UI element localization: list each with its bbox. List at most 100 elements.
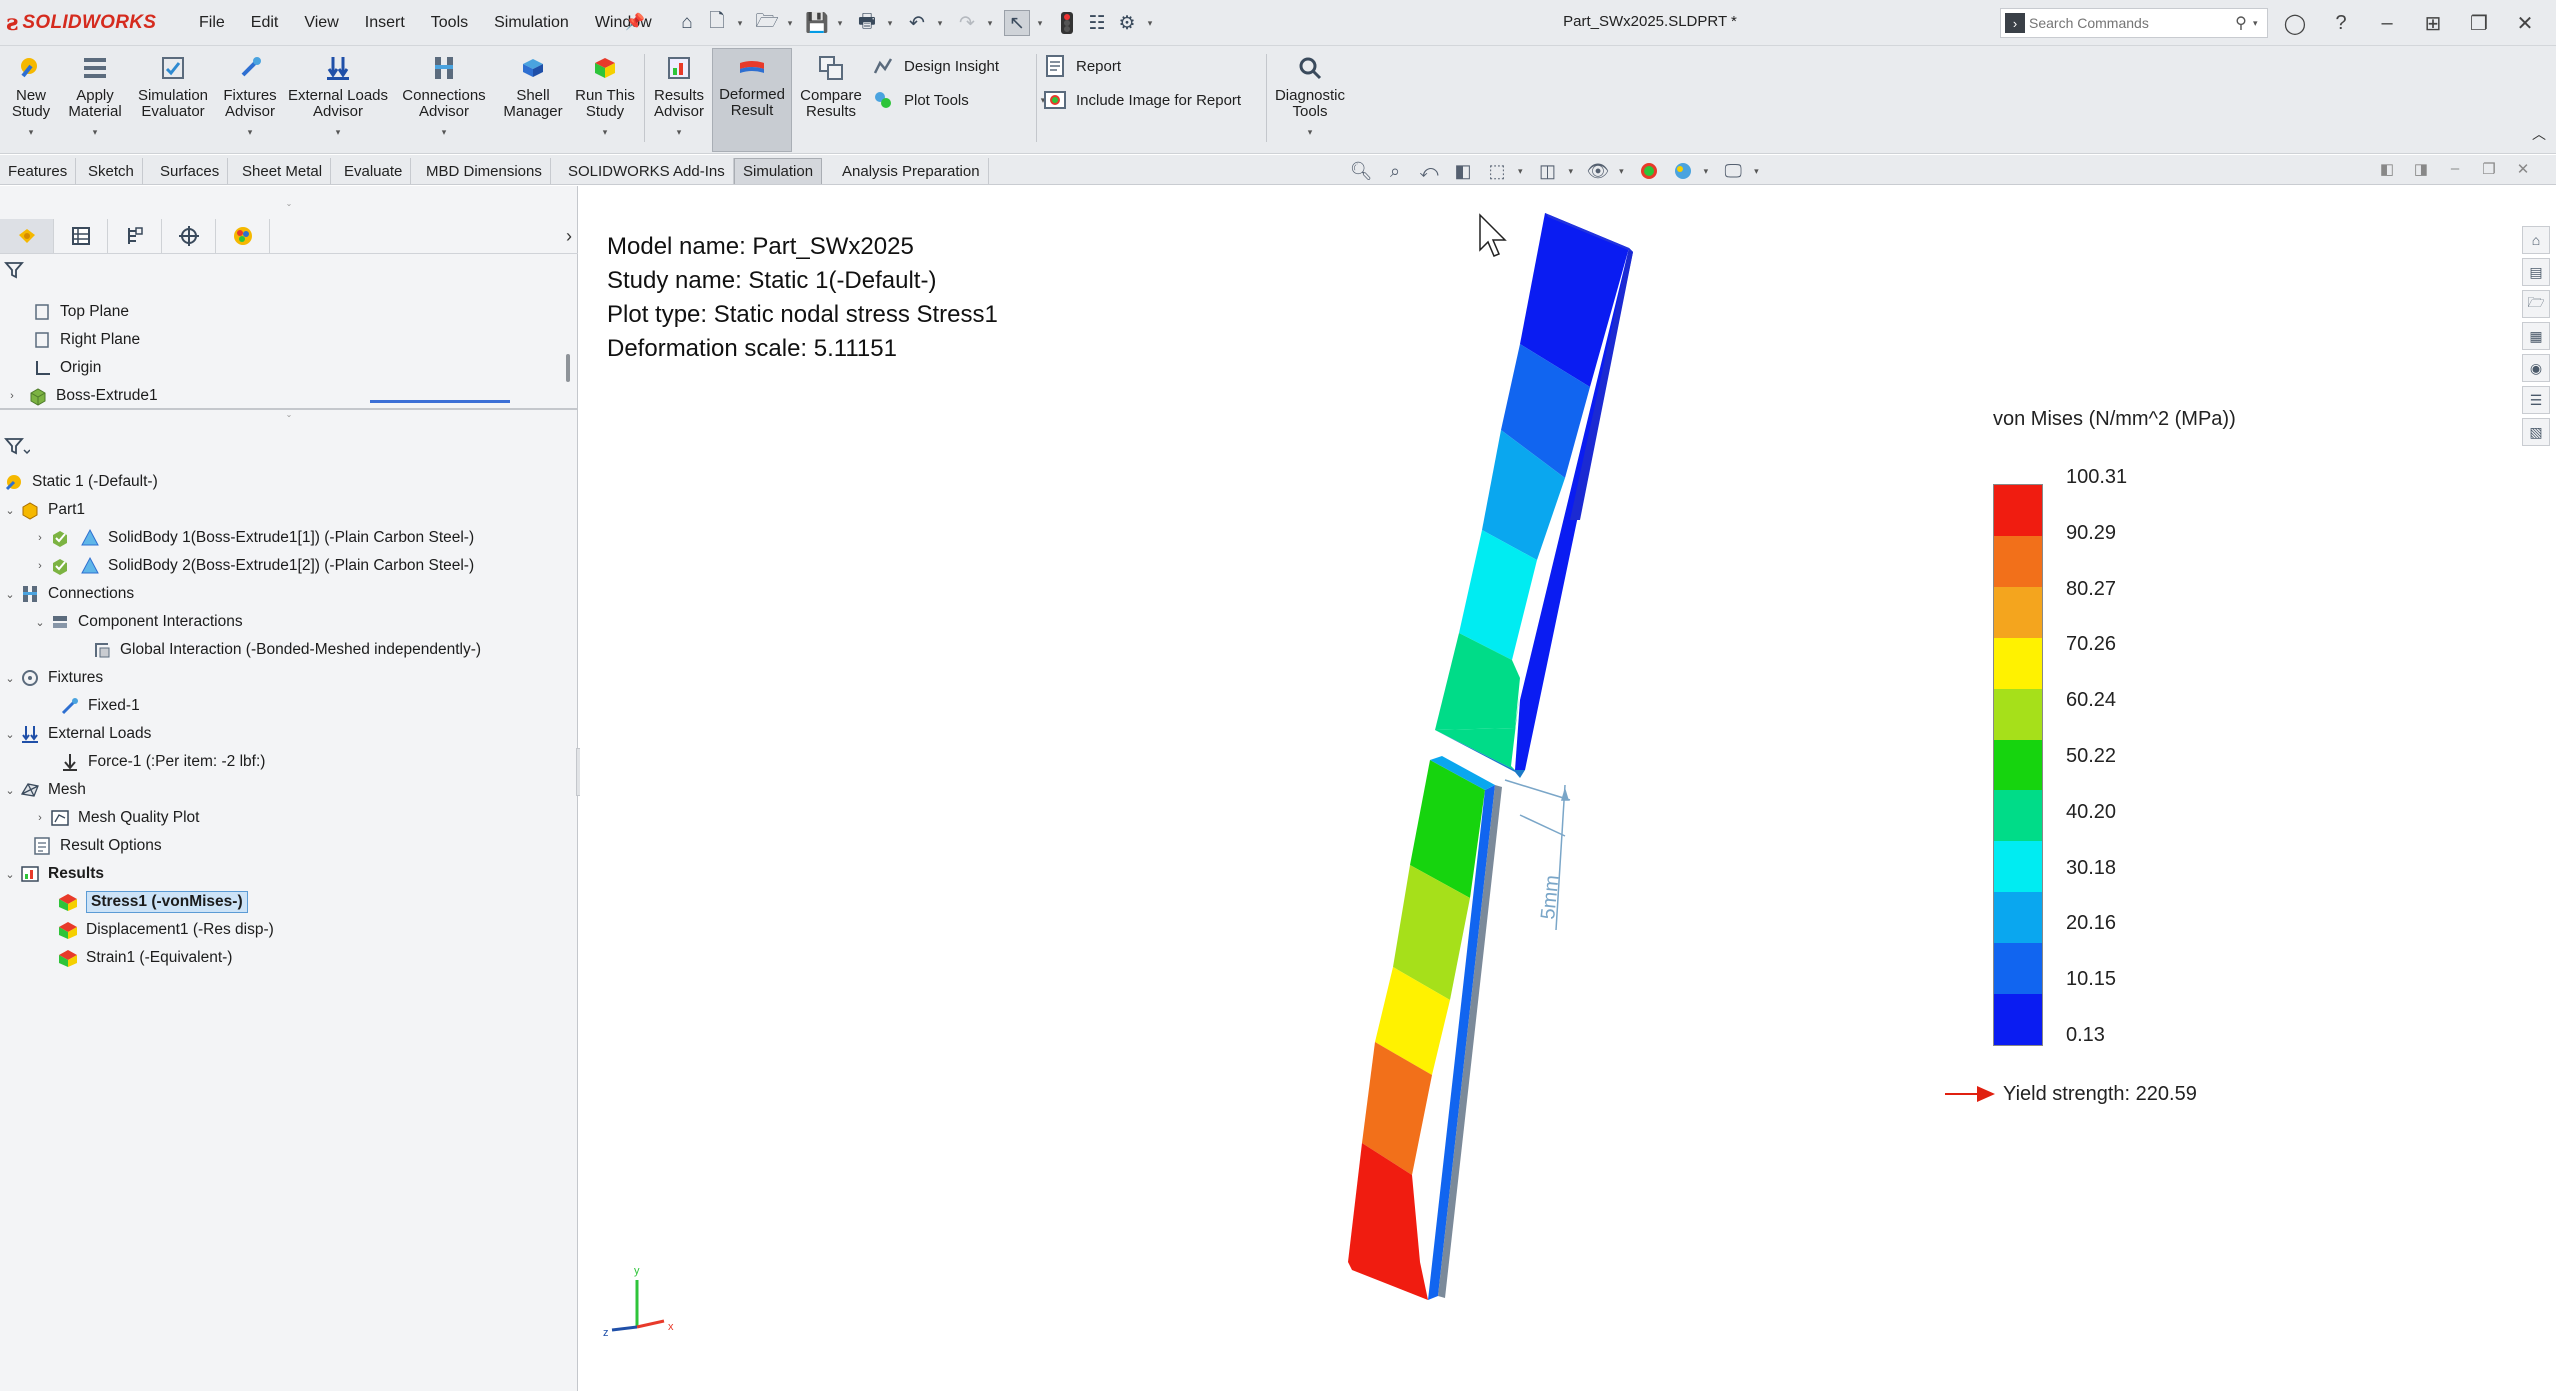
design-library-icon[interactable]: ▤ [2522,258,2550,286]
tree-item-origin[interactable]: Origin [30,354,101,382]
apply-material-button[interactable]: Apply Material ▾ [60,50,130,146]
custom-properties-icon[interactable]: ☰ [2522,386,2550,414]
tree-item-external-loads[interactable]: ⌄ External Loads [2,720,151,748]
dimxpert-manager-tab[interactable] [162,218,216,253]
model-view[interactable]: 5mm y x z [580,186,2556,1391]
search-dropdown-icon[interactable]: ▾ [2253,18,2267,29]
view-settings-dropdown-icon[interactable]: ▾ [1754,166,1759,177]
select-dropdown-icon[interactable]: ▾ [1034,18,1046,29]
collapse-arrow-icon[interactable]: ⌄ [2,728,18,741]
collapse-arrow-icon[interactable]: ⌄ [32,616,48,629]
menu-file[interactable]: File [186,14,238,32]
apply-material-dropdown-icon[interactable]: ▾ [93,124,98,140]
display-style-icon[interactable]: ◫ [1535,158,1561,184]
print-icon[interactable]: 🖶 [854,10,880,36]
simulation-evaluator-button[interactable]: Simulation Evaluator [134,50,212,146]
solidworks-resources-icon[interactable]: ⌂ [2522,226,2550,254]
redo-dropdown-icon[interactable]: ▾ [984,18,996,29]
menu-view[interactable]: View [291,14,351,32]
collapse-arrow-icon[interactable]: ⌄ [2,588,18,601]
solidworks-logo[interactable]: ƨ SOLIDWORKS [6,9,156,37]
open-folder-icon[interactable]: 🗁 [754,10,780,36]
expand-arrow-icon[interactable]: › [4,390,20,402]
tab-analysis-preparation[interactable]: Analysis Preparation [834,158,989,184]
axis-triad[interactable]: y x z [603,1265,674,1339]
feature-manager-tab[interactable] [0,218,54,253]
new-document-icon[interactable]: 🗋 [704,10,730,36]
lower-beam[interactable] [1348,756,1502,1300]
tree-item-stress[interactable]: Stress1 (-vonMises-) [56,888,248,916]
design-insight-button[interactable]: Design Insight [870,52,999,80]
hide-show-dropdown-icon[interactable]: ▾ [1619,166,1624,177]
new-dropdown-icon[interactable]: ▾ [734,18,746,29]
display-style-dropdown-icon[interactable]: ▾ [1569,166,1574,177]
view-orientation-dropdown-icon[interactable]: ▾ [1518,166,1523,177]
tab-surfaces[interactable]: Surfaces [152,158,229,184]
save-dropdown-icon[interactable]: ▾ [834,18,846,29]
menu-simulation[interactable]: Simulation [481,14,582,32]
menu-tools[interactable]: Tools [418,14,481,32]
collapse-arrow-icon[interactable]: ⌄ [2,784,18,797]
tree-item-part[interactable]: ⌄ Part1 [2,496,85,524]
deformed-result-button[interactable]: Deformed Result [712,48,792,152]
tab-solidworks-add-ins[interactable]: SOLIDWORKS Add-Ins [560,158,734,184]
restore-icon[interactable]: ❐ [2456,8,2502,38]
panel-grip[interactable]: ⌄ [0,198,578,208]
fixtures-dropdown-icon[interactable]: ▾ [248,124,253,140]
results-advisor-dropdown-icon[interactable]: ▾ [677,124,682,140]
tree-item-displacement[interactable]: Displacement1 (-Res disp-) [56,916,274,944]
search-input[interactable] [2029,15,2229,31]
options-gear-icon[interactable]: ⚙ [1114,10,1140,36]
apply-scene-icon[interactable] [1670,158,1696,184]
options-dropdown-icon[interactable]: ▾ [1144,18,1156,29]
appearances-icon[interactable]: ◉ [2522,354,2550,382]
diagnostic-dropdown-icon[interactable]: ▾ [1308,124,1313,140]
collapse-arrow-icon[interactable]: ⌄ [2,868,18,881]
open-dropdown-icon[interactable]: ▾ [784,18,796,29]
external-loads-advisor-button[interactable]: External Loads Advisor ▾ [286,50,390,146]
color-bar[interactable] [1993,484,2043,1046]
view-orientation-icon[interactable]: ⬚ [1484,158,1510,184]
home-icon[interactable]: ⌂ [674,10,700,36]
pin-menu-icon[interactable]: 📌 [625,12,645,32]
tree-item-force[interactable]: Force-1 (:Per item: -2 lbf:) [58,748,265,776]
diagnostic-tools-button[interactable]: Diagnostic Tools ▾ [1270,50,1350,146]
new-study-button[interactable]: New Study ▾ [6,50,56,146]
tab-sheet-metal[interactable]: Sheet Metal [234,158,332,184]
undo-dropdown-icon[interactable]: ▾ [934,18,946,29]
tree-item-top-plane[interactable]: Top Plane [30,298,129,326]
doc-tile-right-icon[interactable]: ◨ [2404,160,2438,178]
redo-icon[interactable]: ↷ [954,10,980,36]
simulation-pane-icon[interactable]: ▧ [2522,418,2550,446]
study-filter[interactable] [4,432,30,460]
connections-dropdown-icon[interactable]: ▾ [442,124,447,140]
new-study-dropdown-icon[interactable]: ▾ [29,124,34,140]
zoom-to-area-icon[interactable]: ⌕ [1382,158,1408,184]
tree-item-mesh-quality-plot[interactable]: › Mesh Quality Plot [32,804,199,832]
tab-features[interactable]: Features [0,158,77,184]
panel-splitter[interactable]: ⌄ [0,408,578,419]
file-explorer-icon[interactable]: 🗁 [2522,290,2550,318]
external-loads-dropdown-icon[interactable]: ▾ [336,124,341,140]
run-study-button[interactable]: Run This Study ▾ [572,50,638,146]
doc-restore-icon[interactable]: ❐ [2472,160,2506,178]
expand-arrow-icon[interactable]: › [32,532,48,544]
doc-minimize-icon[interactable]: – [2438,160,2472,178]
expand-arrow-icon[interactable]: › [32,560,48,572]
upper-beam[interactable] [1435,213,1633,778]
shell-manager-button[interactable]: Shell Manager [498,50,568,146]
select-arrow-icon[interactable]: ↖ [1004,10,1030,36]
apply-scene-dropdown-icon[interactable]: ▾ [1704,166,1709,177]
tree-item-boss-extrude[interactable]: › Boss-Extrude1 [4,382,158,410]
connections-advisor-button[interactable]: Connections Advisor ▾ [394,50,494,146]
configuration-manager-tab[interactable] [108,218,162,253]
rollback-bar[interactable] [370,400,510,403]
tree-item-mesh[interactable]: ⌄ Mesh [2,776,86,804]
tree-item-global-interaction[interactable]: Global Interaction (-Bonded-Meshed indep… [90,636,481,664]
minimize-icon[interactable]: – [2364,8,2410,38]
tree-item-right-plane[interactable]: Right Plane [30,326,140,354]
undo-icon[interactable]: ↶ [904,10,930,36]
fixtures-advisor-button[interactable]: Fixtures Advisor ▾ [216,50,284,146]
include-image-button[interactable]: Include Image for Report [1042,86,1241,114]
save-icon[interactable]: 💾 [804,10,830,36]
